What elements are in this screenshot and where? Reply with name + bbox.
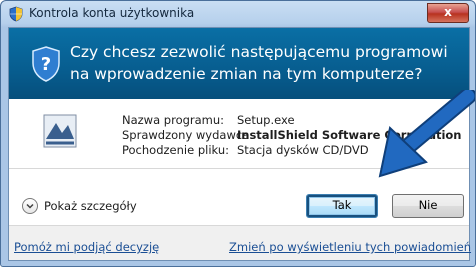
program-name-label: Nazwa programu: [122,113,225,127]
yes-button[interactable]: Tak [306,194,378,218]
change-notification-link[interactable]: Zmień po wyświetleniu tych powiadomień [229,240,471,254]
installer-icon [43,114,77,148]
show-details-label[interactable]: Pokaż szczegóły [44,199,137,213]
origin-value: Stacja dysków CD/DVD [237,143,369,157]
question-header: ? Czy chcesz zezwolić następującemu prog… [9,28,469,99]
info-row-program: Nazwa programu: Setup.exe [122,113,295,127]
title-bar: Kontrola konta użytkownika x [1,1,475,27]
program-name-value: Setup.exe [237,113,295,127]
origin-label: Pochodzenie pliku: [122,143,229,157]
close-button[interactable]: x [427,3,469,23]
help-decide-link[interactable]: Pomóż mi podjąć decyzję [14,240,159,254]
svg-text:?: ? [41,54,51,75]
publisher-label: Sprawdzony wydawca: [122,128,254,142]
dialog-footer: Pomóż mi podjąć decyzję Zmień po wyświet… [9,226,471,260]
no-button[interactable]: Nie [392,194,464,218]
question-shield-icon: ? [32,46,60,82]
question-text: Czy chcesz zezwolić następującemu progra… [70,43,448,83]
chevron-down-icon[interactable] [22,198,38,214]
window-title: Kontrola konta użytkownika [29,6,195,20]
pointer-arrow-icon [378,90,475,178]
info-row-origin: Pochodzenie pliku: Stacja dysków CD/DVD [122,143,369,157]
uac-shield-icon [9,6,23,22]
